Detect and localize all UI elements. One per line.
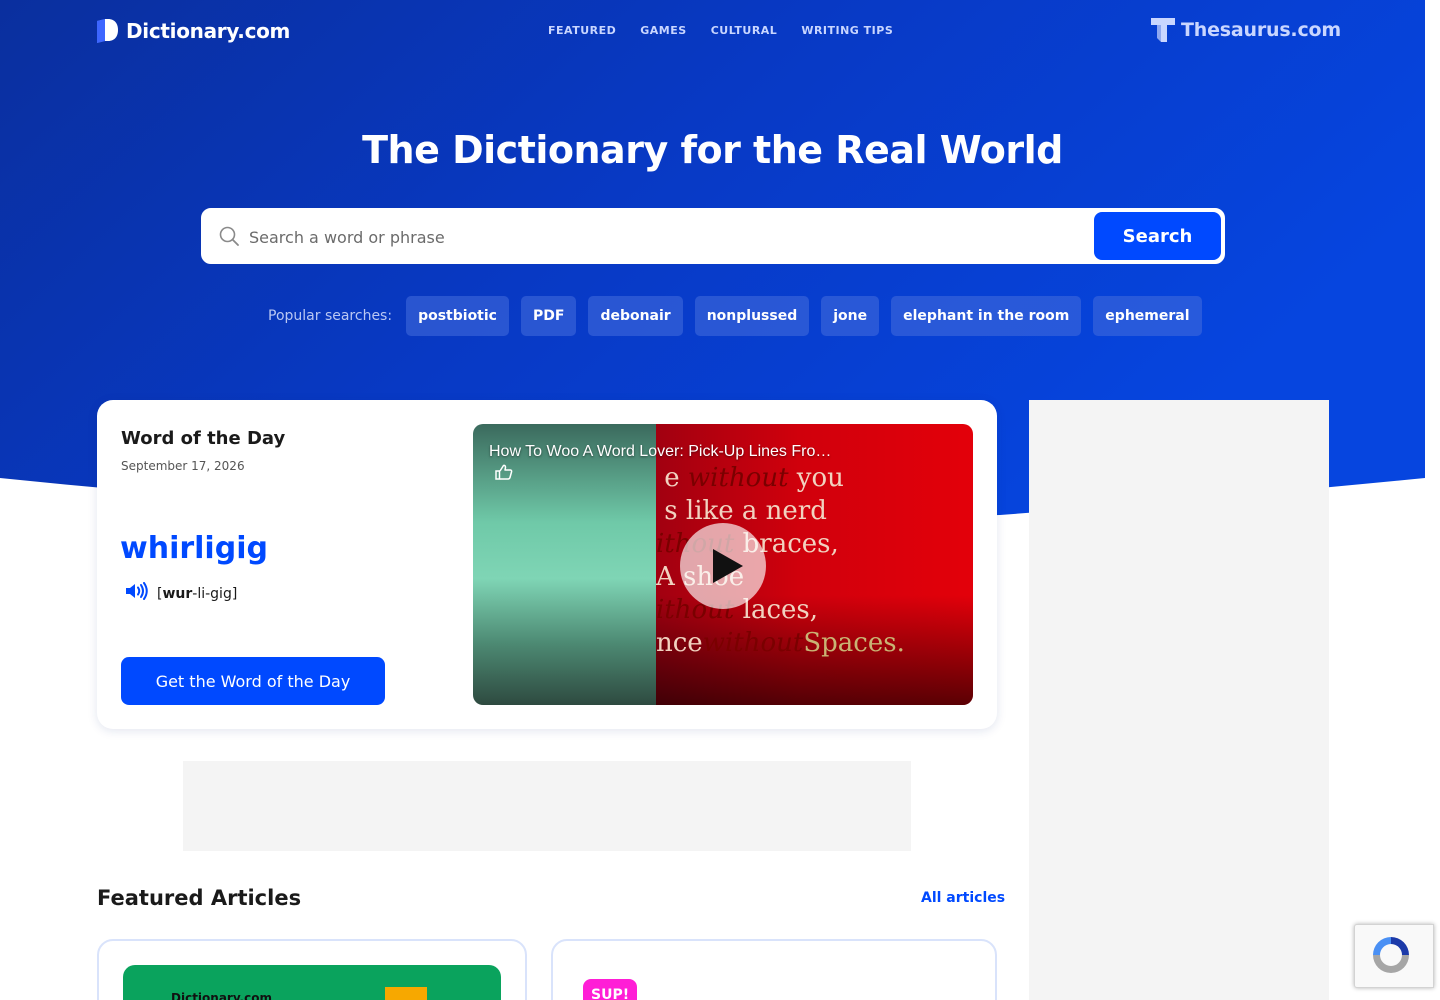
article-card[interactable]: SUP! [551, 939, 997, 1000]
recaptcha-icon [1373, 937, 1409, 973]
sup-badge: SUP! [583, 979, 637, 1000]
get-word-of-the-day-button[interactable]: Get the Word of the Day [121, 657, 385, 705]
pron-rest: -li-gig [192, 585, 232, 602]
search-input[interactable] [249, 222, 1079, 252]
article-image: Dictionary.com [123, 965, 501, 1000]
search-icon [219, 226, 239, 251]
thesaurus-logo-icon [1151, 18, 1175, 42]
wotd-heading: Word of the Day [121, 428, 286, 449]
thesaurus-logo-text: Thesaurus.com [1181, 19, 1341, 41]
popular-chip[interactable]: PDF [520, 296, 577, 336]
popular-searches: Popular searches: postbiotic PDF debonai… [268, 296, 1202, 336]
video-line: e without you [664, 463, 844, 493]
wotd-date: September 17, 2026 [121, 459, 245, 473]
pron-close: ] [231, 585, 238, 602]
dictionary-logo-icon [97, 19, 118, 43]
ad-banner [183, 761, 911, 851]
dictionary-logo-text: Dictionary.com [126, 19, 291, 43]
pronunciation: [wur-li-gig] [125, 582, 237, 605]
page: Dictionary.com FEATURED GAMES CULTURAL W… [0, 0, 1440, 1000]
popular-chip[interactable]: nonplussed [694, 296, 810, 336]
speaker-icon[interactable] [125, 582, 149, 605]
recaptcha-badge[interactable] [1354, 924, 1434, 988]
popular-chip[interactable]: jone [821, 296, 880, 336]
video-title: How To Woo A Word Lover: Pick-Up Lines F… [489, 443, 832, 460]
video-line: s like a nerd [664, 496, 827, 526]
nav-featured[interactable]: FEATURED [548, 24, 616, 37]
nav-writing-tips[interactable]: WRITING TIPS [801, 24, 893, 37]
nav-cultural[interactable]: CULTURAL [711, 24, 778, 37]
hero-title: The Dictionary for the Real World [362, 128, 1063, 172]
popular-chip[interactable]: elephant in the room [891, 296, 1082, 336]
popular-chip[interactable]: postbiotic [406, 296, 509, 336]
dictionary-logo[interactable]: Dictionary.com [96, 18, 290, 44]
pron-stressed: wur [162, 585, 193, 602]
wotd-word[interactable]: whirligig [120, 531, 268, 566]
video-player[interactable]: e without you s like a nerd ithout brace… [473, 424, 973, 705]
play-icon[interactable] [680, 523, 766, 609]
ad-sidebar [1029, 400, 1329, 1000]
word-of-the-day-card: Word of the Day September 17, 2026 whirl… [97, 400, 997, 729]
popular-chip[interactable]: debonair [588, 296, 683, 336]
popular-searches-label: Popular searches: [268, 308, 393, 324]
search-bar: Search [201, 208, 1225, 264]
pronunciation-text: [wur-li-gig] [157, 586, 237, 602]
scrollbar[interactable] [1425, 0, 1440, 1000]
nav-games[interactable]: GAMES [640, 24, 686, 37]
thesaurus-link[interactable]: Thesaurus.com [1151, 18, 1341, 42]
video-line: ncewithoutSpaces. [656, 628, 905, 658]
article-image-shape [385, 987, 427, 1000]
popular-chip[interactable]: ephemeral [1093, 296, 1202, 336]
article-image-logo: Dictionary.com [171, 991, 272, 1000]
all-articles-link[interactable]: All articles [921, 890, 1005, 906]
search-button[interactable]: Search [1094, 212, 1221, 260]
featured-articles-title: Featured Articles [97, 886, 302, 910]
article-card[interactable]: Dictionary.com [97, 939, 527, 1000]
main-nav: FEATURED GAMES CULTURAL WRITING TIPS [548, 24, 893, 37]
thumbs-up-icon[interactable] [495, 464, 513, 485]
